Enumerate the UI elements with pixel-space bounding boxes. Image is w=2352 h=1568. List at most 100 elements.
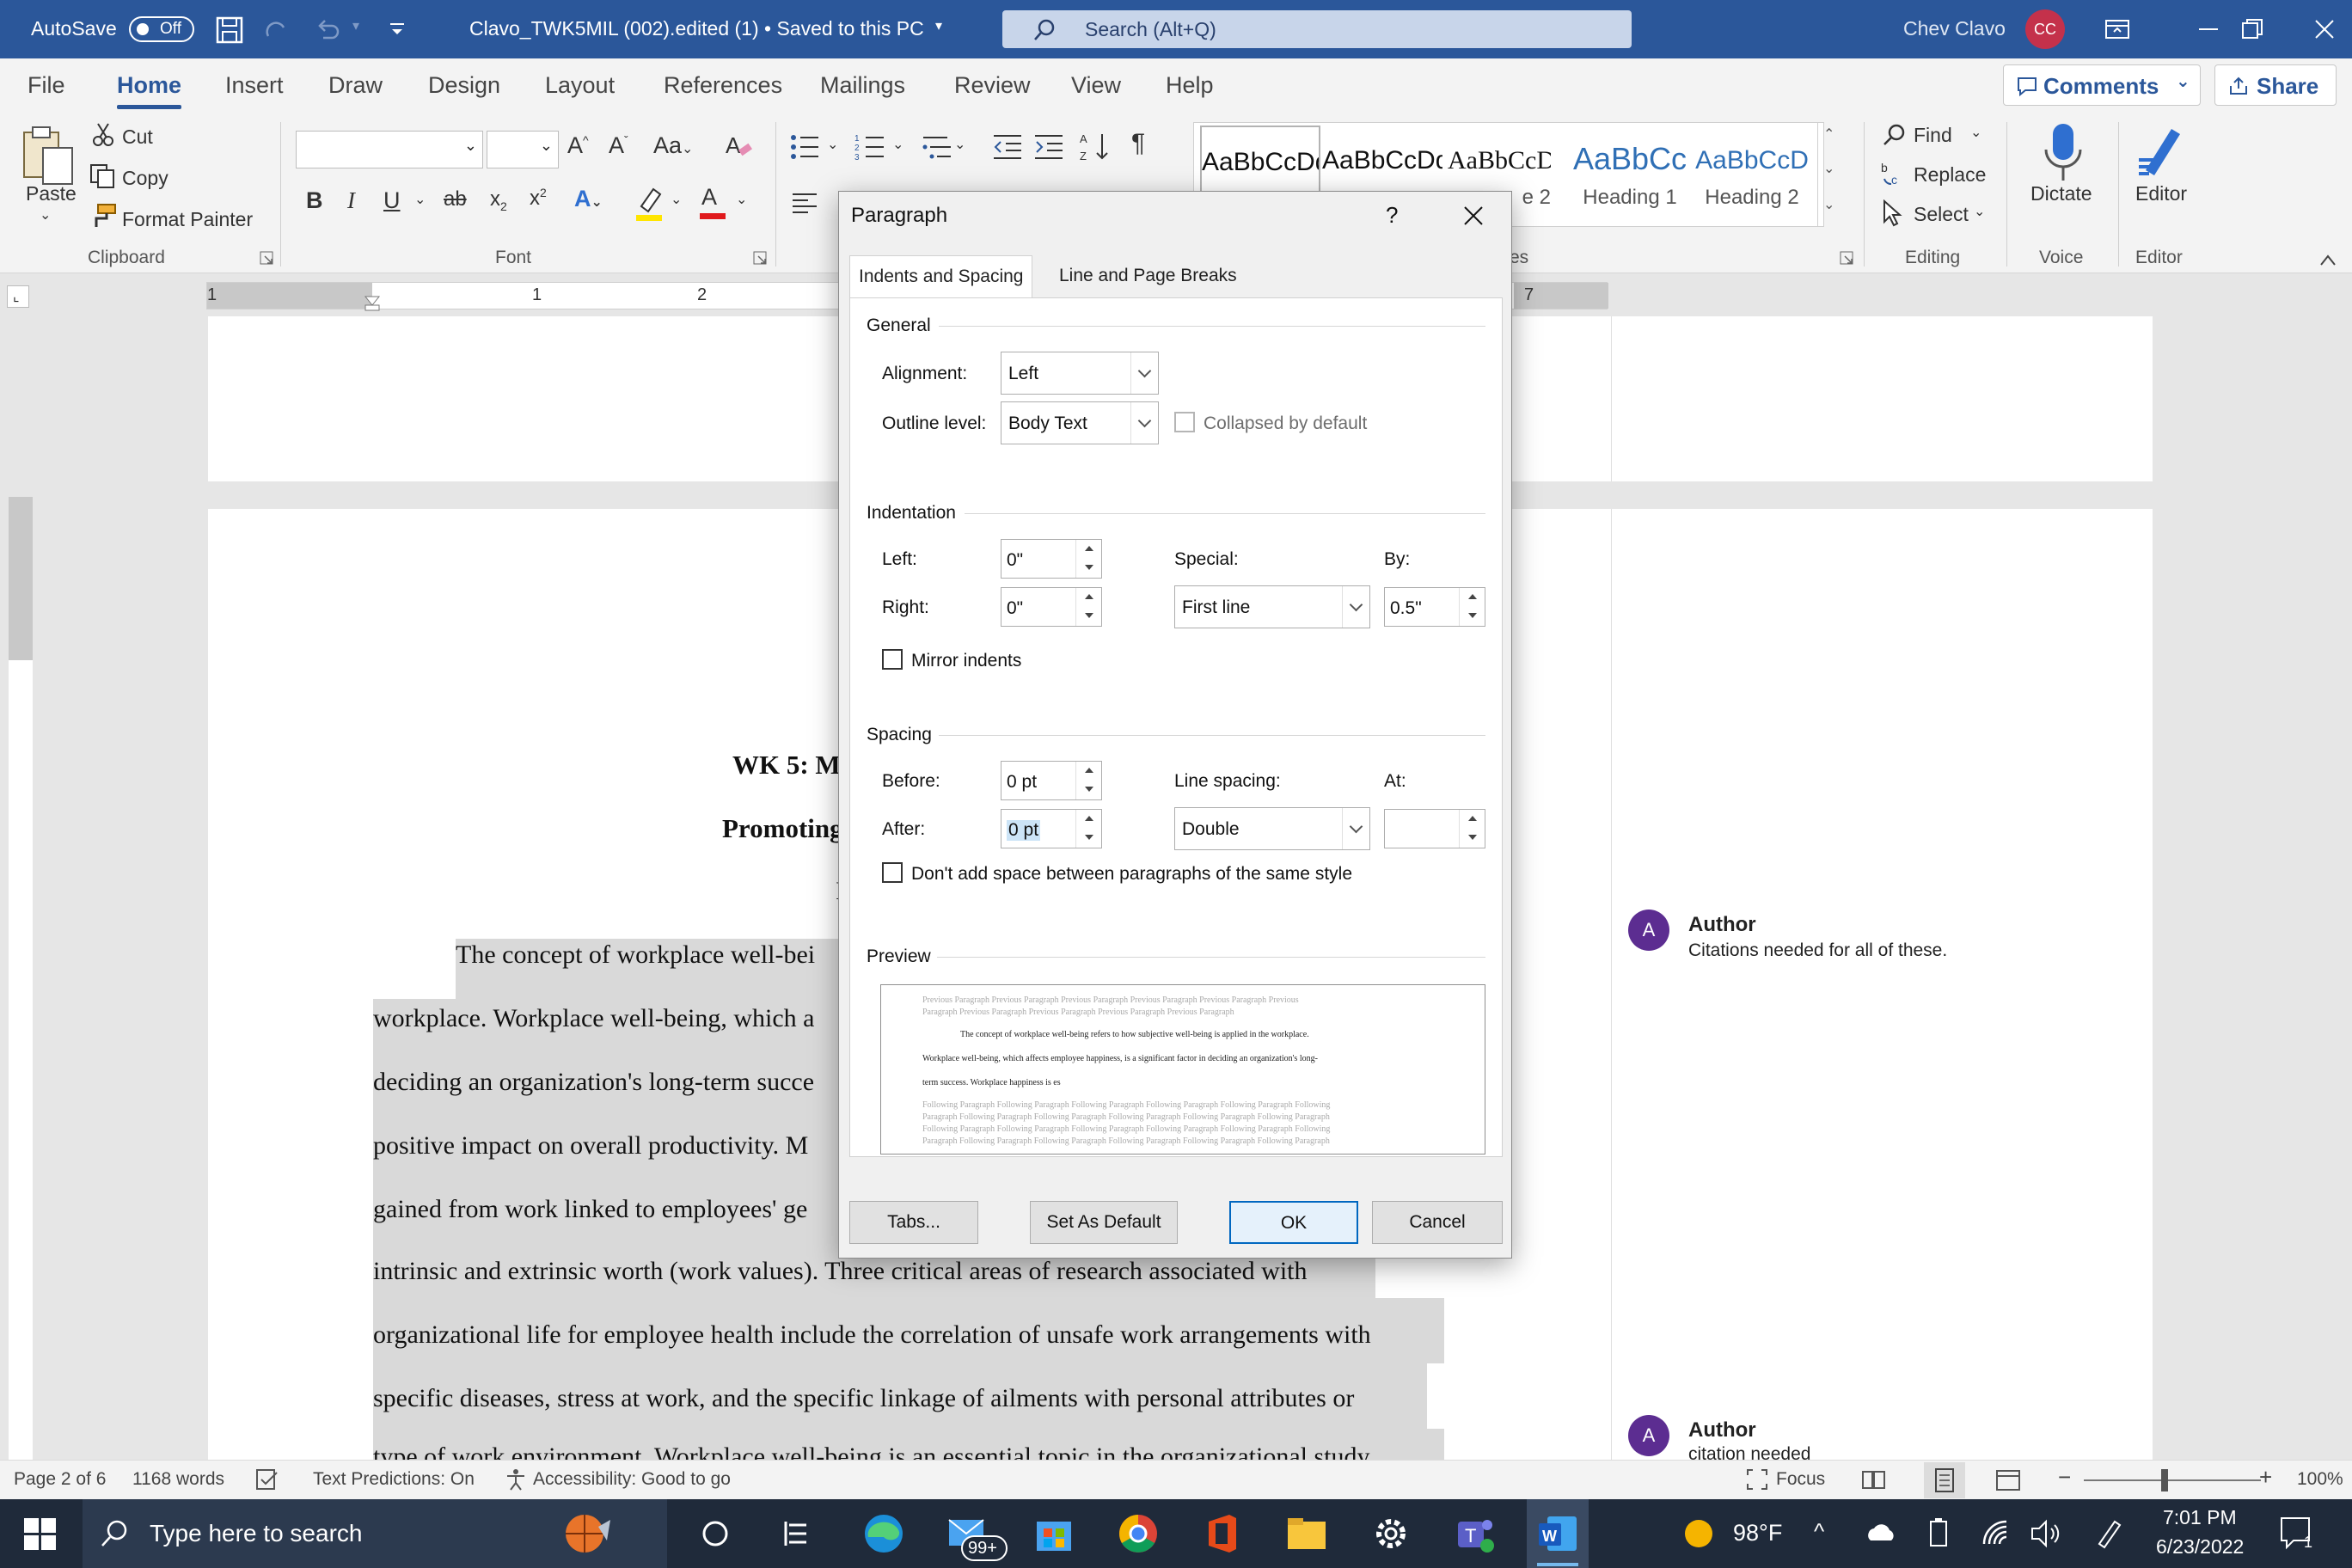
edge-icon[interactable]	[861, 1511, 906, 1556]
dictate-button[interactable]: Dictate	[2030, 182, 2092, 205]
weather-sun-icon[interactable]	[1681, 1516, 1716, 1551]
font-color-dropdown-icon[interactable]: ⌄	[736, 191, 747, 208]
editor-button[interactable]: Editor	[2135, 182, 2187, 205]
decrease-indent-icon[interactable]	[992, 132, 1023, 162]
help-button[interactable]: ?	[1386, 202, 1398, 229]
save-icon[interactable]	[215, 15, 244, 45]
proofing-icon[interactable]	[254, 1467, 280, 1491]
at-input[interactable]	[1384, 809, 1485, 848]
office-icon[interactable]	[1200, 1511, 1245, 1556]
select-button[interactable]: Select	[1914, 203, 1969, 226]
tab-references[interactable]: References	[664, 72, 782, 99]
line-spacing-select[interactable]: Double	[1174, 807, 1370, 850]
underline-dropdown-icon[interactable]: ⌄	[414, 191, 426, 208]
show-formatting-marks-icon[interactable]: ¶	[1131, 129, 1145, 158]
alignment-select[interactable]: Left	[1001, 352, 1159, 395]
tab-line-and-page-breaks[interactable]: Line and Page Breaks	[1050, 255, 1246, 298]
user-avatar[interactable]: CC	[2025, 9, 2065, 49]
underline-button[interactable]: U	[383, 187, 401, 214]
paste-label[interactable]: Paste	[26, 182, 77, 205]
tab-insert[interactable]: Insert	[225, 72, 284, 99]
paste-icon[interactable]	[19, 122, 79, 191]
select-dropdown-icon[interactable]: ⌄	[1974, 203, 1985, 220]
microphone-icon[interactable]	[2039, 120, 2087, 186]
focus-button[interactable]: Focus	[1776, 1469, 1825, 1490]
redo-icon[interactable]	[261, 15, 291, 45]
sort-icon[interactable]: AZ	[1080, 131, 1111, 163]
file-explorer-icon[interactable]	[1284, 1511, 1329, 1556]
store-icon[interactable]	[1032, 1511, 1076, 1556]
customize-toolbar-icon[interactable]	[387, 19, 407, 40]
onedrive-icon[interactable]	[1864, 1520, 1898, 1546]
multilevel-list-icon[interactable]	[922, 132, 956, 162]
style-heading-2[interactable]: AaBbCcD Heading 2	[1692, 126, 1812, 220]
windows-start-icon[interactable]	[24, 1518, 57, 1551]
strikethrough-button[interactable]: ab	[444, 187, 467, 211]
comment-1-author[interactable]: Author	[1688, 913, 1756, 937]
clear-formatting-icon[interactable]: A	[724, 131, 755, 162]
multilevel-dropdown-icon[interactable]: ⌄	[954, 136, 965, 153]
numbering-dropdown-icon[interactable]: ⌄	[892, 136, 903, 153]
teams-icon[interactable]: T	[1453, 1511, 1498, 1556]
subscript-button[interactable]: x2	[490, 187, 507, 213]
read-mode-icon[interactable]	[1860, 1467, 1888, 1491]
widgets-icon[interactable]	[774, 1511, 818, 1556]
numbering-icon[interactable]: 123	[854, 132, 889, 162]
share-button[interactable]: Share	[2214, 64, 2337, 106]
print-layout-button[interactable]	[1924, 1462, 1965, 1498]
pen-icon[interactable]	[2092, 1516, 2123, 1551]
bullets-icon[interactable]	[789, 132, 824, 162]
task-view-icon[interactable]	[693, 1511, 738, 1556]
styles-scroll[interactable]: ⌃ ⌄ ⌄	[1817, 122, 1841, 227]
cancel-button[interactable]: Cancel	[1372, 1201, 1503, 1244]
close-window-icon[interactable]	[2312, 17, 2337, 41]
font-size-combo[interactable]: ⌄	[487, 131, 559, 168]
indent-left-input[interactable]: 0"	[1001, 539, 1102, 579]
close-dialog-icon[interactable]	[1461, 204, 1485, 228]
comment-1-text[interactable]: Citations needed for all of these.	[1688, 940, 1947, 961]
taskbar-search[interactable]: Type here to search	[83, 1499, 667, 1568]
word-count[interactable]: 1168 words	[132, 1469, 224, 1490]
dialog-launcher-icon[interactable]	[260, 251, 275, 266]
change-case-icon[interactable]: Aa⌄	[653, 132, 693, 159]
tab-indents-and-spacing[interactable]: Indents and Spacing	[849, 255, 1033, 298]
tab-file[interactable]: File	[28, 72, 65, 99]
zoom-slider-thumb[interactable]	[2161, 1469, 2168, 1491]
ok-button[interactable]: OK	[1229, 1201, 1358, 1244]
tabs-button[interactable]: Tabs...	[849, 1201, 978, 1244]
comment-2-author[interactable]: Author	[1688, 1418, 1756, 1442]
style-heading-1[interactable]: AaBbCc Heading 1	[1570, 126, 1690, 220]
mirror-indents-checkbox[interactable]	[882, 649, 903, 670]
indent-marker-icon[interactable]	[364, 295, 381, 312]
word-taskbar-button[interactable]: W	[1527, 1499, 1589, 1568]
chrome-icon[interactable]	[1116, 1511, 1161, 1556]
tab-mailings[interactable]: Mailings	[820, 72, 905, 99]
autosave-toggle[interactable]: Off	[129, 16, 194, 42]
tab-selector[interactable]: ⌞	[7, 285, 29, 308]
tab-view[interactable]: View	[1071, 72, 1121, 99]
bullets-dropdown-icon[interactable]: ⌄	[827, 136, 838, 153]
clock-time[interactable]: 7:01 PM	[2163, 1506, 2237, 1529]
special-select[interactable]: First line	[1174, 585, 1370, 628]
font-color-icon[interactable]: A	[701, 184, 717, 211]
settings-icon[interactable]	[1369, 1511, 1413, 1556]
font-name-combo[interactable]: ⌄	[296, 131, 483, 168]
find-button[interactable]: Find	[1914, 124, 1952, 147]
italic-button[interactable]: I	[347, 187, 355, 214]
superscript-button[interactable]: x2	[530, 186, 547, 211]
by-input[interactable]: 0.5"	[1384, 587, 1485, 627]
bold-button[interactable]: B	[306, 187, 323, 214]
editor-icon[interactable]	[2134, 122, 2194, 182]
volume-icon[interactable]	[2029, 1518, 2063, 1549]
tab-help[interactable]: Help	[1166, 72, 1214, 99]
highlight-dropdown-icon[interactable]: ⌄	[671, 191, 682, 208]
format-painter-button[interactable]: Format Painter	[122, 208, 253, 231]
undo-dropdown-icon[interactable]: ▾	[352, 17, 359, 34]
paste-dropdown-icon[interactable]: ⌄	[40, 206, 51, 224]
set-as-default-button[interactable]: Set As Default	[1030, 1201, 1178, 1244]
zoom-in-icon[interactable]: +	[2259, 1464, 2272, 1491]
tab-review[interactable]: Review	[954, 72, 1031, 99]
tab-design[interactable]: Design	[428, 72, 500, 99]
cut-button[interactable]: Cut	[122, 126, 153, 149]
copy-button[interactable]: Copy	[122, 167, 168, 190]
